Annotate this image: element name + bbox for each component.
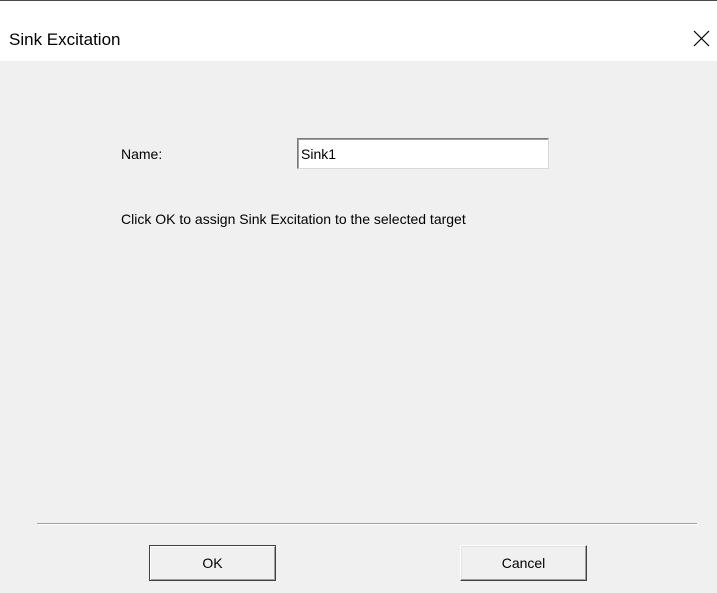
window-title: Sink Excitation xyxy=(9,30,121,49)
name-input[interactable] xyxy=(297,138,549,169)
close-icon xyxy=(693,30,710,47)
title-bar[interactable]: Sink Excitation xyxy=(0,1,717,61)
close-button[interactable] xyxy=(688,23,717,53)
button-separator xyxy=(37,523,697,525)
name-label: Name: xyxy=(121,146,163,162)
cancel-button[interactable]: Cancel xyxy=(460,545,587,581)
instruction-text: Click OK to assign Sink Excitation to th… xyxy=(121,211,466,227)
sink-excitation-dialog: Sink Excitation Name: Click OK to assign… xyxy=(0,0,717,593)
ok-button[interactable]: OK xyxy=(149,545,276,581)
